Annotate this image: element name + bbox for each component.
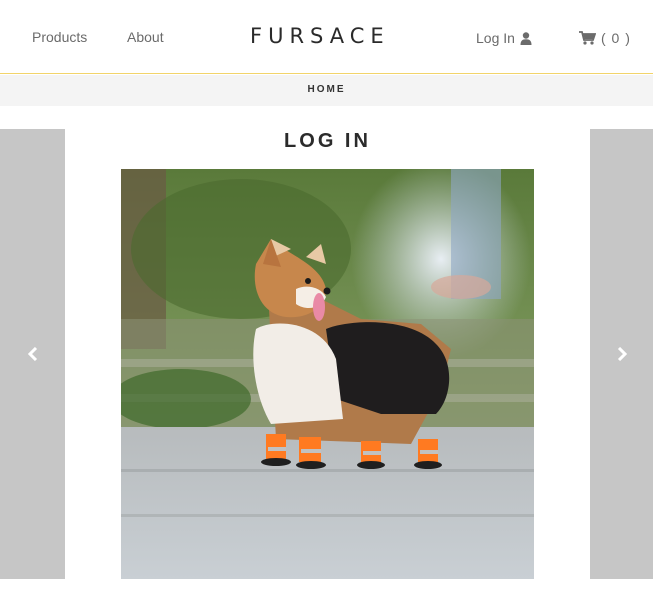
- breadcrumb-bar: HOME: [0, 75, 653, 106]
- login-link[interactable]: Log In: [476, 30, 532, 46]
- page-title: LOG IN: [284, 130, 371, 152]
- user-icon: [520, 31, 532, 45]
- chevron-left-icon: [27, 347, 37, 361]
- site-header: Products About FURSACE Log In ( 0 ): [0, 0, 653, 74]
- login-label: Log In: [476, 30, 515, 46]
- cart-count: ( 0 ): [601, 30, 631, 46]
- hero-image-corgi: [121, 169, 534, 579]
- breadcrumb[interactable]: HOME: [0, 84, 653, 95]
- slider-next-button[interactable]: [590, 129, 653, 579]
- shopping-cart-icon: [579, 31, 596, 45]
- slider-prev-button[interactable]: [0, 129, 65, 579]
- chevron-right-icon: [617, 347, 627, 361]
- nav-products-link[interactable]: Products: [32, 29, 87, 45]
- nav-about-link[interactable]: About: [127, 29, 164, 45]
- cart-link[interactable]: ( 0 ): [579, 30, 631, 46]
- site-logo[interactable]: FURSACE: [250, 24, 390, 48]
